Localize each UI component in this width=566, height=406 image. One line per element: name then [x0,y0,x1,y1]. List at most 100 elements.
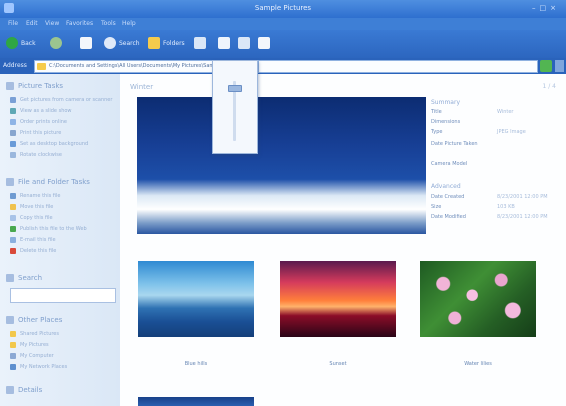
task-publish[interactable]: Publish this file to the Web [10,225,87,233]
menu-edit[interactable]: Edit [26,20,38,27]
slideshow-button[interactable] [238,36,253,50]
prop-row: Date Modified 8/23/2001 12:00 PM [431,214,548,220]
menu-view[interactable]: View [45,20,59,27]
thumbnail-label: Water lilies [464,361,492,367]
views-icon [194,37,206,49]
size-slider-handle[interactable] [228,85,242,92]
address-bar: Address C:\Documents and Settings\All Us… [0,58,566,74]
place-network[interactable]: My Network Places [10,363,67,371]
properties-header-advanced: Advanced [431,183,461,190]
task-get-pictures[interactable]: Get pictures from camera or scanner [10,96,112,104]
menu-favorites[interactable]: Favorites [66,20,93,27]
address-input[interactable]: C:\Documents and Settings\All Users\Docu… [34,60,243,73]
task-print[interactable]: Print this picture [10,129,61,137]
thumbnail-blue-hills[interactable] [138,261,254,337]
picture-counter: 1 / 4 [542,83,556,90]
search-section-icon [6,274,14,282]
task-order-prints[interactable]: Order prints online [10,118,67,126]
minimize-icon[interactable]: – [532,4,540,12]
search-section-title[interactable]: Search [18,274,42,282]
properties-panel: Summary Title Winter Dimensions Type JPEG … [431,97,559,237]
title-bar: Sample Pictures –□× [0,0,566,18]
details-title[interactable]: Details [18,386,42,394]
place-my-computer[interactable]: My Computer [10,352,54,360]
picture-preview[interactable] [137,97,426,234]
filmstrip-icon [258,37,270,49]
filmstrip-button[interactable] [258,36,273,50]
menu-help[interactable]: Help [122,20,136,27]
move-icon [10,204,16,210]
links-button[interactable] [555,60,564,72]
folder-icon [10,331,16,337]
menu-file[interactable]: File [8,20,18,27]
place-shared-pictures[interactable]: Shared Pictures [10,330,59,338]
folders-button[interactable]: Folders [148,36,185,50]
slideshow-icon [238,37,250,49]
forward-arrow-icon [50,37,62,49]
network-icon [10,364,16,370]
thumbnail-winter[interactable] [138,397,254,406]
back-button[interactable]: Back [6,36,36,50]
thumbnail-size-icon [218,37,230,49]
menu-bar: File Edit View Favorites Tools Help [0,18,566,30]
prop-row: Title Winter [431,109,514,115]
thumbnail-label: Blue hills [184,361,208,367]
task-slide-show[interactable]: View as a slide show [10,107,72,115]
publish-icon [10,226,16,232]
search-button[interactable]: Search [104,36,140,50]
search-input[interactable] [10,288,116,303]
thumbnail-sunset[interactable] [280,261,396,337]
task-rotate[interactable]: Rotate clockwise [10,151,62,159]
picture-tasks-section: Picture Tasks Get pictures from camera o… [6,82,114,162]
task-desktop-background[interactable]: Set as desktop background [10,140,88,148]
up-button[interactable] [80,36,95,50]
folders-label: Folders [163,39,185,47]
prop-row: Date Created 8/23/2001 12:00 PM [431,194,548,200]
rename-icon [10,193,16,199]
folders-icon [148,37,160,49]
window-controls[interactable]: –□× [532,4,560,12]
task-pane: Picture Tasks Get pictures from camera o… [0,74,120,406]
slideshow-task-icon [10,108,16,114]
picture-title: Winter [130,83,154,91]
desktop-icon [10,141,16,147]
main-view: Winter 1 / 4 Summary Title Winter Dimensi… [120,74,566,406]
prop-row: Type JPEG Image [431,129,526,135]
prop-row: Size 103 KB [431,204,515,210]
thumbnail-size-dropdown[interactable] [212,60,258,154]
task-move[interactable]: Move this file [10,203,53,211]
views-button[interactable] [194,36,209,50]
place-my-pictures[interactable]: My Pictures [10,341,49,349]
thumbnail-size-button[interactable] [218,36,233,50]
search-label: Search [119,39,140,47]
back-arrow-icon [6,37,18,49]
task-copy[interactable]: Copy this file [10,214,53,222]
dropdown-item[interactable] [219,67,249,81]
task-delete[interactable]: Delete this file [10,247,56,255]
close-icon[interactable]: × [550,4,560,12]
globe-icon [10,119,16,125]
maximize-icon[interactable]: □ [540,4,551,12]
copy-icon [10,215,16,221]
details-section: Details [6,386,114,398]
address-input-extension[interactable] [258,60,538,73]
task-email[interactable]: E-mail this file [10,236,56,244]
forward-button[interactable] [50,36,65,50]
picture-tasks-title[interactable]: Picture Tasks [18,82,63,90]
task-rename[interactable]: Rename this file [10,192,60,200]
picture-tasks-icon [6,82,14,90]
menu-tools[interactable]: Tools [101,20,116,27]
file-tasks-title[interactable]: File and Folder Tasks [18,178,90,186]
properties-header-summary: Summary [431,99,460,106]
prop-row: Camera Model [431,161,468,167]
toolbar: Back Search Folders [0,30,566,58]
thumbnail-water-lilies[interactable] [420,261,536,337]
other-places-title[interactable]: Other Places [18,316,62,324]
address-label: Address [3,62,27,69]
other-places-section: Other Places Shared Pictures My Pictures… [6,316,114,378]
prop-row: Date Picture Taken [431,141,478,147]
go-button[interactable] [540,60,552,72]
computer-icon [10,353,16,359]
delete-icon [10,248,16,254]
folder-icon [10,342,16,348]
